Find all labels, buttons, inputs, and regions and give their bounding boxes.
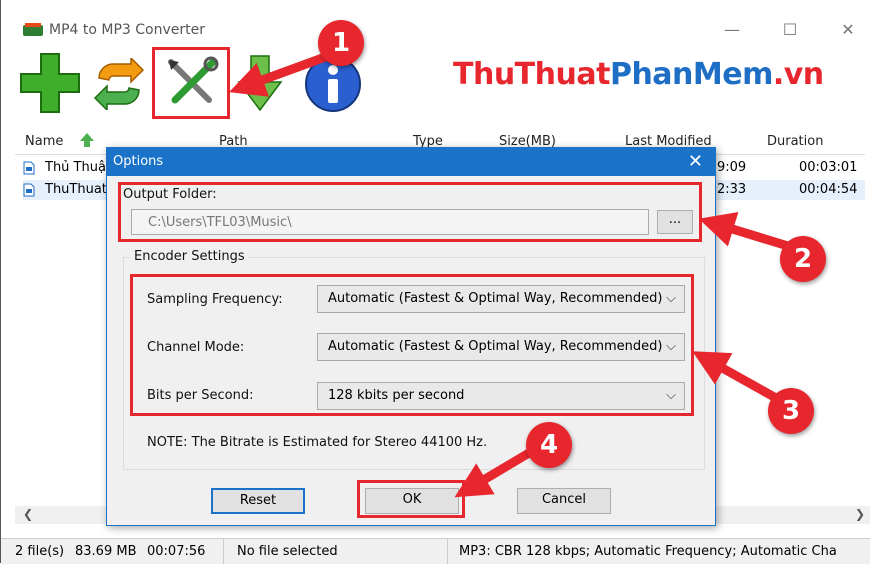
arrow-1: [229, 51, 330, 97]
annotation-badge-2: 2: [780, 236, 826, 282]
arrow-3: [692, 351, 779, 402]
annotation-badge-1: 1: [318, 20, 364, 66]
arrow-4: [454, 446, 537, 498]
arrow-2: [698, 212, 790, 251]
annotation-badge-4: 4: [526, 422, 572, 468]
annotation-badge-3: 3: [768, 388, 814, 434]
annotation-arrows: [229, 51, 790, 498]
